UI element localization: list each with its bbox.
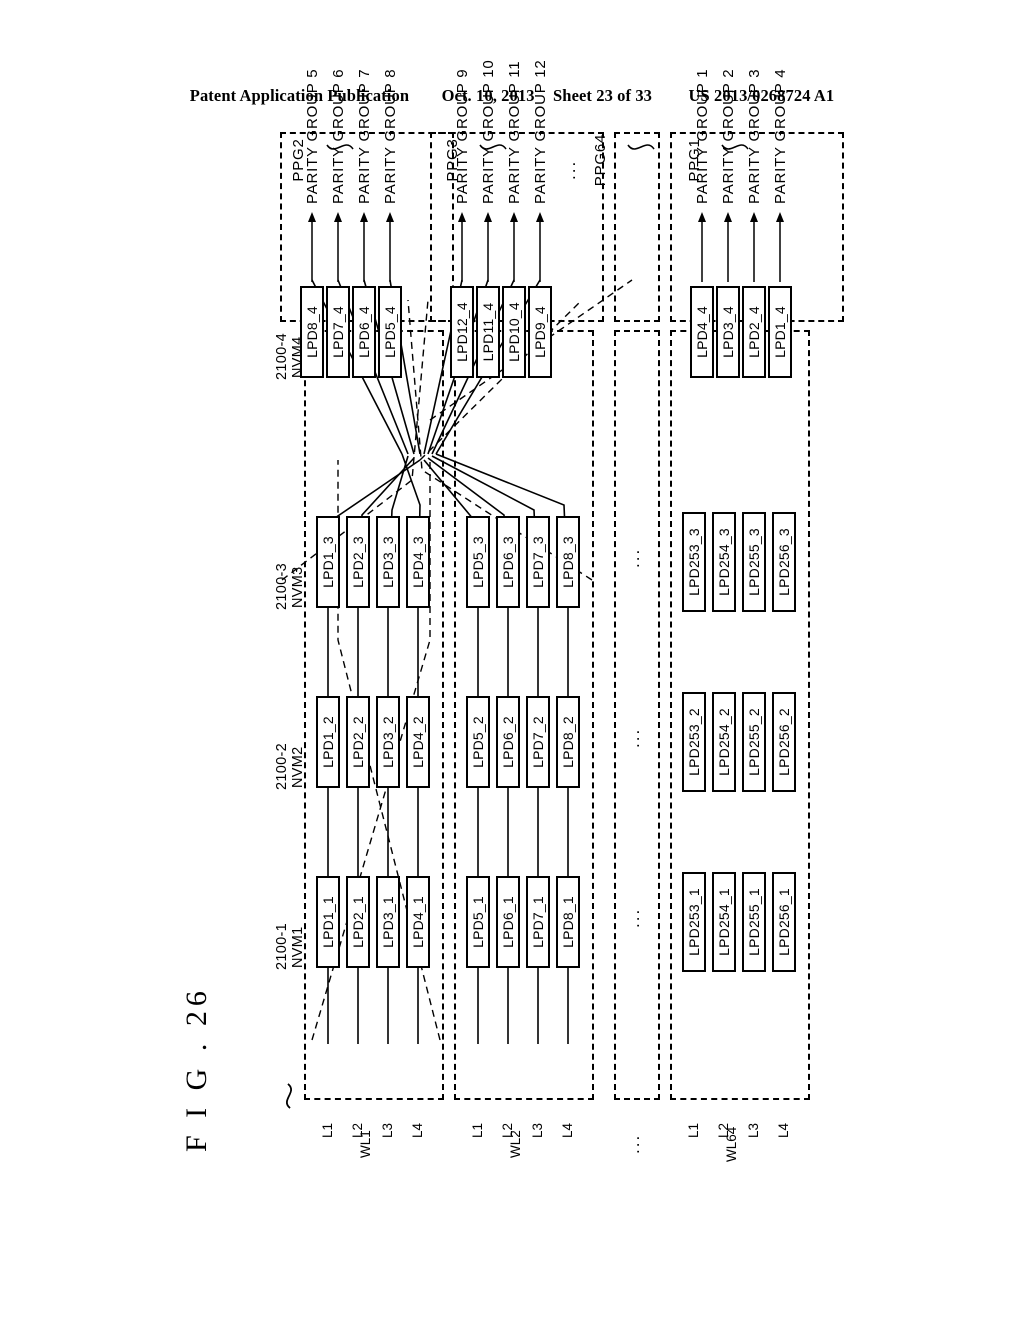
block-cell: LPD4_2: [406, 696, 430, 788]
level-label-wl2-l1: L1: [470, 1122, 485, 1138]
block-cell: LPD4_4: [690, 286, 714, 378]
block-cell: LPD1_3: [316, 516, 340, 608]
block-cell: LPD7_3: [526, 516, 550, 608]
ppg-box-ppg64: [614, 132, 660, 322]
ppg-id-ppg1: PPG1: [686, 138, 703, 182]
device-ref-leaders: [286, 1083, 292, 1109]
parity-group-label-8: PARITY GROUP 8: [382, 68, 399, 204]
column-ellipsis-nvm2: ...: [624, 727, 643, 748]
block-cell: LPD8_1: [556, 876, 580, 968]
block-cell: LPD256_2: [772, 692, 796, 792]
block-cell: LPD1_4: [768, 286, 792, 378]
device-name-nvm1: NVM1: [290, 926, 306, 969]
block-cell: LPD8_3: [556, 516, 580, 608]
ppg-id-ppg64: PPG64: [592, 133, 609, 187]
device-name-nvm3: NVM3: [290, 566, 306, 609]
block-cell: LPD2_3: [346, 516, 370, 608]
wordline-label-wl2: WL2: [508, 1130, 523, 1158]
wordline-ellipsis: ...: [624, 1133, 643, 1154]
level-label-wl64-l4: L4: [776, 1122, 791, 1138]
wordline-label-wl64: WL64: [724, 1126, 739, 1162]
block-cell: LPD3_4: [716, 286, 740, 378]
parity-group-label-9: PARITY GROUP 9: [454, 68, 471, 204]
column-ellipsis-nvm1: ...: [624, 907, 643, 928]
level-label-wl1-l3: L3: [380, 1122, 395, 1138]
parity-group-label-5: PARITY GROUP 5: [304, 68, 321, 204]
block-cell: LPD254_3: [712, 512, 736, 612]
block-cell: LPD6_4: [352, 286, 376, 378]
block-cell: LPD5_3: [466, 516, 490, 608]
block-cell: LPD5_4: [378, 286, 402, 378]
block-cell: LPD7_1: [526, 876, 550, 968]
ppg-id-ppg2: PPG2: [290, 138, 307, 182]
block-cell: LPD3_2: [376, 696, 400, 788]
block-cell: LPD2_2: [346, 696, 370, 788]
parity-group-label-2: PARITY GROUP 2: [720, 68, 737, 204]
block-cell: LPD254_2: [712, 692, 736, 792]
figure-stage: F I G . 26 PARITY GROUP 1 PARITY GROUP 2…: [0, 0, 1024, 1320]
block-cell: LPD4_1: [406, 876, 430, 968]
block-cell: LPD6_3: [496, 516, 520, 608]
block-cell: LPD5_1: [466, 876, 490, 968]
device-name-nvm2: NVM2: [290, 746, 306, 789]
wordline-label-wl1: WL1: [358, 1130, 373, 1158]
block-cell: LPD255_2: [742, 692, 766, 792]
block-cell: LPD6_2: [496, 696, 520, 788]
block-cell: LPD1_2: [316, 696, 340, 788]
block-cell: LPD10_4: [502, 286, 526, 378]
column-ellipsis-nvm3: ...: [624, 547, 643, 568]
parity-group-label-1: PARITY GROUP 1: [694, 68, 711, 204]
parity-group-label-4: PARITY GROUP 4: [772, 68, 789, 204]
parity-group-label-3: PARITY GROUP 3: [746, 68, 763, 204]
block-cell: LPD7_4: [326, 286, 350, 378]
ppg-ellipsis: ...: [560, 159, 579, 180]
level-label-wl1-l1: L1: [320, 1122, 335, 1138]
parity-group-label-6: PARITY GROUP 6: [330, 68, 347, 204]
level-label-wl2-l4: L4: [560, 1122, 575, 1138]
block-cell: LPD256_1: [772, 872, 796, 972]
device-name-nvm4: NVM4: [290, 336, 306, 379]
block-cell: LPD2_1: [346, 876, 370, 968]
device-ref-2100-1: 2100-1: [274, 923, 290, 970]
block-cell: LPD1_1: [316, 876, 340, 968]
block-cell: LPD11_4: [476, 286, 500, 378]
block-cell: LPD5_2: [466, 696, 490, 788]
block-cell: LPD12_4: [450, 286, 474, 378]
block-cell: LPD253_2: [682, 692, 706, 792]
block-cell: LPD3_1: [376, 876, 400, 968]
parity-group-label-11: PARITY GROUP 11: [506, 60, 523, 204]
parity-group-label-10: PARITY GROUP 10: [480, 59, 497, 204]
block-cell: LPD2_4: [742, 286, 766, 378]
block-cell: LPD6_1: [496, 876, 520, 968]
level-label-wl64-l1: L1: [686, 1122, 701, 1138]
device-ref-2100-4: 2100-4: [274, 333, 290, 380]
parity-group-label-7: PARITY GROUP 7: [356, 68, 373, 204]
level-label-wl64-l3: L3: [746, 1122, 761, 1138]
level-label-wl2-l3: L3: [530, 1122, 545, 1138]
block-cell: LPD254_1: [712, 872, 736, 972]
wl-box-wlmid: [614, 330, 660, 1100]
block-cell: LPD7_2: [526, 696, 550, 788]
block-cell: LPD9_4: [528, 286, 552, 378]
level-label-wl1-l4: L4: [410, 1122, 425, 1138]
block-cell: LPD4_3: [406, 516, 430, 608]
block-cell: LPD255_3: [742, 512, 766, 612]
block-cell: LPD256_3: [772, 512, 796, 612]
parity-group-label-12: PARITY GROUP 12: [532, 59, 549, 204]
block-cell: LPD255_1: [742, 872, 766, 972]
figure-canvas: F I G . 26 PARITY GROUP 1 PARITY GROUP 2…: [162, 59, 862, 1162]
device-ref-2100-3: 2100-3: [274, 563, 290, 610]
block-cell: LPD3_3: [376, 516, 400, 608]
block-cell: LPD253_3: [682, 512, 706, 612]
ppg-id-ppg3: PPG3: [444, 138, 461, 182]
device-ref-2100-2: 2100-2: [274, 743, 290, 790]
block-cell: LPD8_2: [556, 696, 580, 788]
block-cell: LPD253_1: [682, 872, 706, 972]
